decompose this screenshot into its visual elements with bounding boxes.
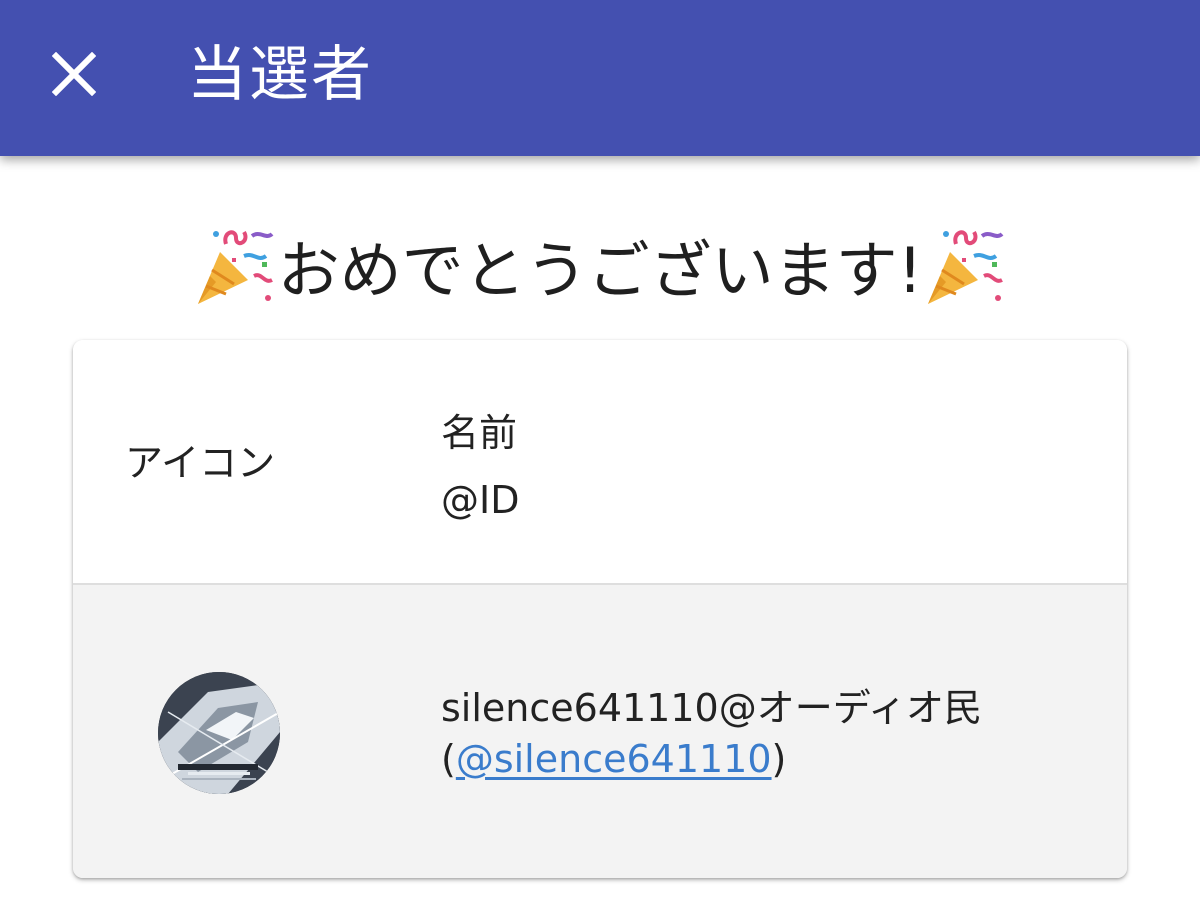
id-close-paren: )	[771, 737, 787, 781]
table-header-row: アイコン 名前 @ID	[73, 340, 1127, 585]
id-open-paren: (	[441, 737, 456, 781]
congrats-text: おめでとうございます!	[277, 234, 923, 307]
party-popper-icon	[192, 222, 278, 308]
column-header-icon: アイコン	[125, 441, 276, 485]
column-header-name: 名前	[441, 411, 518, 455]
winner-id-link[interactable]: @silence641110	[456, 737, 772, 781]
close-icon	[52, 52, 96, 96]
congrats-banner: おめでとうございます!	[0, 215, 1200, 315]
winners-table: アイコン 名前 @ID silence641110@オーディオ民 (@silen…	[73, 340, 1127, 878]
close-button[interactable]	[34, 34, 114, 114]
avatar	[158, 672, 280, 794]
winner-name: silence641110@オーディオ民	[441, 686, 983, 730]
winner-id: (@silence641110)	[441, 737, 786, 781]
party-popper-icon	[922, 222, 1008, 308]
table-row: silence641110@オーディオ民 (@silence641110)	[73, 585, 1127, 878]
column-header-id: @ID	[441, 478, 520, 522]
app-bar: 当選者	[0, 0, 1200, 156]
page-title: 当選者	[187, 40, 373, 110]
